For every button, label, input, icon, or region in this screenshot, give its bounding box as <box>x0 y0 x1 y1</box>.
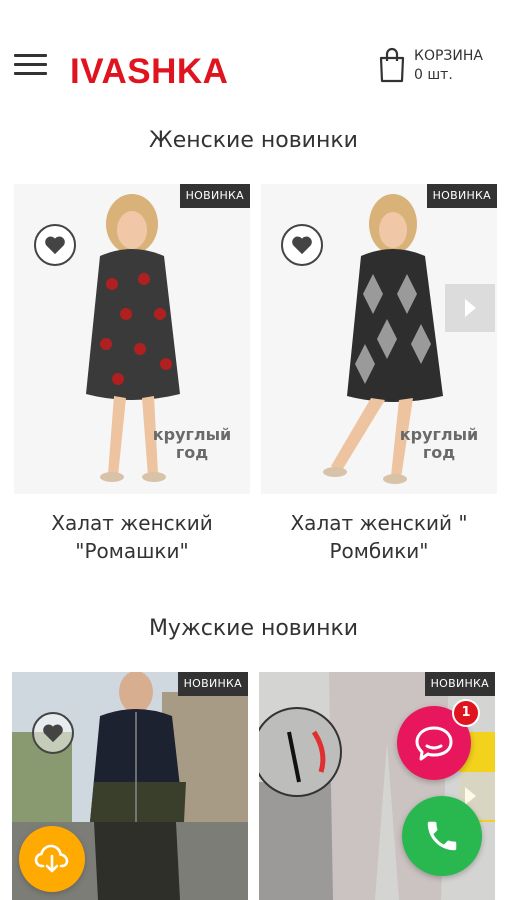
menu-icon[interactable] <box>14 54 48 78</box>
cart-label: КОРЗИНА <box>414 48 483 64</box>
cart-count: 0 шт. <box>414 67 453 83</box>
product-title[interactable]: Халат женский " Ромбики" <box>261 509 497 565</box>
chat-bubble-icon <box>415 726 453 761</box>
heart-icon <box>45 236 65 255</box>
favorite-button[interactable] <box>34 224 76 266</box>
new-badge: НОВИНКА <box>177 672 248 696</box>
section-title-men: Мужские новинки <box>148 616 359 641</box>
chevron-right-icon <box>465 299 476 317</box>
new-badge: НОВИНКА <box>426 184 497 208</box>
phone-icon <box>427 821 457 851</box>
new-badge: НОВИНКА <box>424 672 495 696</box>
cart-button[interactable]: КОРЗИНА 0 шт. <box>378 44 498 88</box>
promo-label: круглый год <box>152 425 232 462</box>
favorite-button[interactable] <box>281 224 323 266</box>
heart-icon <box>292 236 312 255</box>
shopping-bag-icon <box>379 47 405 83</box>
chat-unread-badge: 1 <box>452 699 480 727</box>
product-image[interactable]: НОВИНКА круглый год <box>14 184 250 494</box>
favorite-button[interactable] <box>32 712 74 754</box>
product-image[interactable]: НОВИНКА круглый год <box>261 184 497 494</box>
logo[interactable]: IVASHKA <box>70 52 228 92</box>
product-title[interactable]: Халат женский "Ромашки" <box>14 509 250 565</box>
header: IVASHKA КОРЗИНА 0 шт. <box>0 0 507 110</box>
call-button[interactable] <box>402 796 482 876</box>
promo-label: круглый год <box>399 425 479 462</box>
heart-icon <box>43 724 63 743</box>
section-title-women: Женские новинки <box>149 128 358 153</box>
new-badge: НОВИНКА <box>179 184 250 208</box>
download-app-button[interactable] <box>19 826 85 892</box>
carousel-next-button[interactable] <box>445 284 495 332</box>
cloud-download-icon <box>34 844 69 873</box>
